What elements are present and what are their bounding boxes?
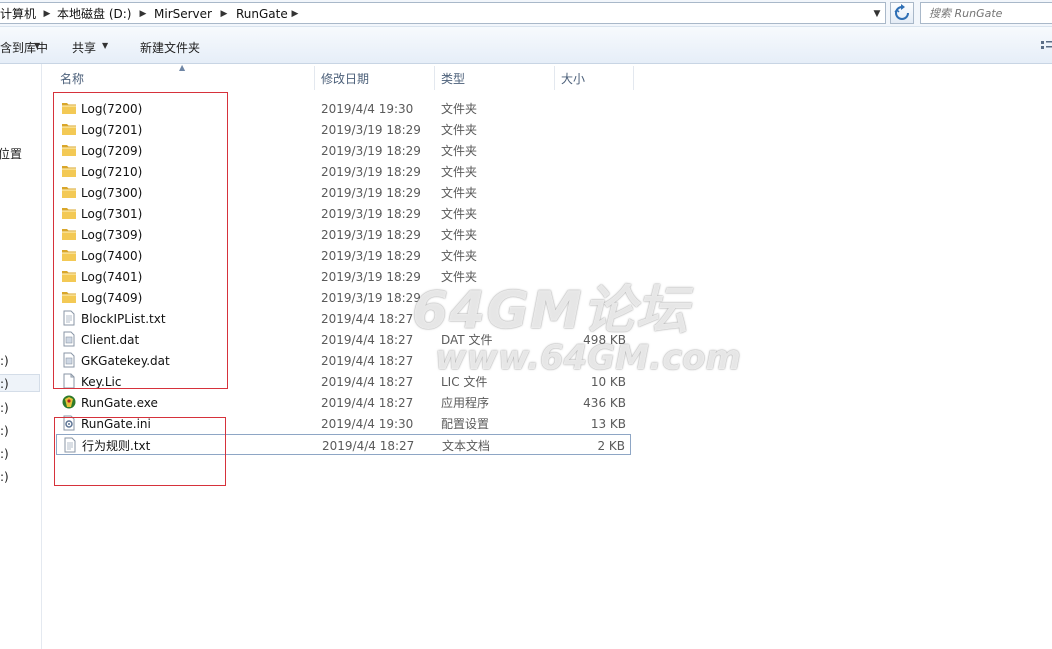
file-modified-date: 2019/3/19 18:29 — [321, 207, 421, 221]
file-size: 2 KB — [597, 439, 625, 453]
share-button[interactable]: 共享 — [72, 40, 96, 56]
include-in-library-button[interactable]: 包含到库中 — [0, 40, 48, 56]
file-type: 文件夹 — [441, 165, 478, 179]
search-box[interactable] — [920, 2, 1052, 24]
file-modified-date: 2019/3/19 18:29 — [321, 270, 421, 284]
file-modified-date: 2019/3/19 18:29 — [321, 249, 421, 263]
breadcrumb-computer[interactable]: 计算机 — [0, 6, 36, 22]
breadcrumb-mirserver[interactable]: MirServer — [154, 6, 212, 22]
file-modified-date: 2019/4/4 18:27 — [322, 439, 415, 453]
address-dropdown-icon[interactable]: ▼ — [870, 6, 884, 22]
file-modified-date: 2019/3/19 18:29 — [321, 123, 421, 137]
column-header-type[interactable]: 类型 — [441, 70, 465, 88]
refresh-button[interactable] — [890, 2, 914, 24]
file-modified-date: 2019/4/4 18:27 — [321, 333, 414, 347]
file-modified-date: 2019/4/4 18:27 — [321, 354, 414, 368]
nav-item-drive[interactable]: :) — [0, 352, 40, 370]
sort-ascending-icon: ▲ — [179, 63, 186, 72]
file-modified-date: 2019/3/19 18:29 — [321, 144, 421, 158]
file-type: 应用程序 — [441, 396, 490, 410]
file-type: 文件夹 — [441, 249, 478, 263]
column-header-modified[interactable]: 修改日期 — [321, 70, 369, 88]
breadcrumb-chevron-icon[interactable]: ▶ — [290, 6, 300, 22]
file-modified-date: 2019/4/4 19:30 — [321, 102, 414, 116]
file-modified-date: 2019/4/4 18:27 — [321, 375, 414, 389]
file-type: 配置设置 — [441, 417, 490, 431]
view-options-icon[interactable] — [1040, 40, 1052, 52]
file-type: 文件夹 — [441, 123, 478, 137]
nav-item-drive[interactable]: :) — [0, 399, 40, 417]
file-modified-date: 2019/3/19 18:29 — [321, 291, 421, 305]
file-type: 文件夹 — [441, 207, 478, 221]
exe-app-icon — [62, 395, 76, 409]
file-modified-date: 2019/4/4 19:30 — [321, 417, 414, 431]
command-toolbar: 包含到库中 ▼ 共享 ▼ 新建文件夹 — [0, 27, 1052, 64]
watermark-logo: 64GM论坛 — [412, 281, 689, 341]
chevron-down-icon[interactable]: ▼ — [102, 41, 108, 50]
search-input[interactable] — [929, 5, 1047, 21]
nav-item-location[interactable]: 位置 — [0, 145, 38, 163]
nav-item-drive[interactable]: :) — [0, 422, 40, 440]
nav-item-drive[interactable]: :) — [0, 468, 40, 486]
file-modified-date: 2019/3/19 18:29 — [321, 165, 421, 179]
highlight-box — [54, 417, 226, 486]
file-size: 436 KB — [583, 396, 626, 410]
file-type: 文本文档 — [442, 439, 491, 453]
file-name: RunGate.exe — [81, 396, 158, 410]
address-bar-row: 计算机 ▶ 本地磁盘 (D:) ▶ MirServer ▶ RunGate ▶ … — [0, 0, 1052, 27]
breadcrumb-chevron-icon[interactable]: ▶ — [219, 6, 229, 22]
column-header-size[interactable]: 大小 — [561, 70, 585, 88]
refresh-icon — [894, 4, 909, 20]
column-divider[interactable] — [314, 66, 315, 90]
column-divider[interactable] — [434, 66, 435, 90]
breadcrumb-rungate[interactable]: RunGate — [236, 6, 288, 22]
file-type: 文件夹 — [441, 102, 478, 116]
file-modified-date: 2019/3/19 18:29 — [321, 186, 421, 200]
column-header-name[interactable]: 名称 — [60, 70, 84, 88]
file-size: 13 KB — [590, 417, 626, 431]
file-modified-date: 2019/4/4 18:27 — [321, 396, 414, 410]
breadcrumb-chevron-icon[interactable]: ▶ — [138, 6, 148, 22]
column-divider[interactable] — [633, 66, 634, 90]
watermark-url: www.64GM.com — [435, 338, 741, 378]
breadcrumb-drive-d[interactable]: 本地磁盘 (D:) — [57, 6, 131, 22]
file-type: 文件夹 — [441, 228, 478, 242]
file-row[interactable]: RunGate.exe 2019/4/4 18:27 应用程序 436 KB — [56, 392, 631, 413]
breadcrumb-chevron-icon[interactable]: ▶ — [42, 6, 52, 22]
nav-item-drive-selected[interactable]: :) — [0, 374, 40, 392]
file-modified-date: 2019/3/19 18:29 — [321, 228, 421, 242]
chevron-down-icon[interactable]: ▼ — [34, 41, 40, 50]
file-type: 文件夹 — [441, 186, 478, 200]
column-divider[interactable] — [554, 66, 555, 90]
file-modified-date: 2019/4/4 18:27 — [321, 312, 414, 326]
nav-item-drive[interactable]: :) — [0, 445, 40, 463]
file-type: 文件夹 — [441, 144, 478, 158]
highlight-box — [53, 92, 228, 389]
address-bar[interactable]: 计算机 ▶ 本地磁盘 (D:) ▶ MirServer ▶ RunGate ▶ … — [0, 2, 886, 24]
new-folder-button[interactable]: 新建文件夹 — [140, 40, 200, 56]
